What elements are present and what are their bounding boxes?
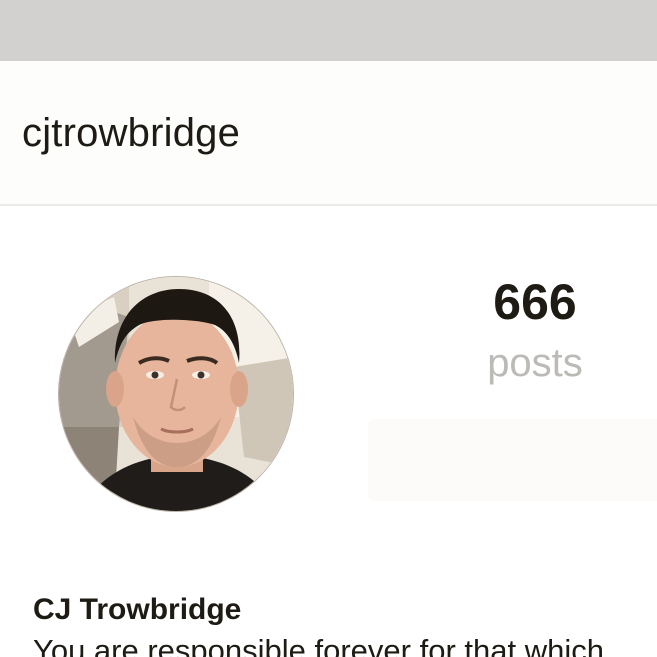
avatar[interactable] [58,276,294,512]
profile-header: cjtrowbridge [0,61,657,206]
profile-screen: cjtrowbridge 666 posts CJ Trowbridge You… [0,0,657,657]
status-bar [0,0,657,61]
follow-button-area[interactable] [368,419,657,501]
profile-photo-image [59,277,293,511]
posts-stat[interactable]: 666 posts [430,272,640,386]
full-name: CJ Trowbridge [33,593,242,626]
posts-label: posts [487,341,583,385]
username-title: cjtrowbridge [22,111,241,155]
bio-text: You are responsible forever for that whi… [33,633,604,657]
posts-count: 666 [493,274,577,330]
